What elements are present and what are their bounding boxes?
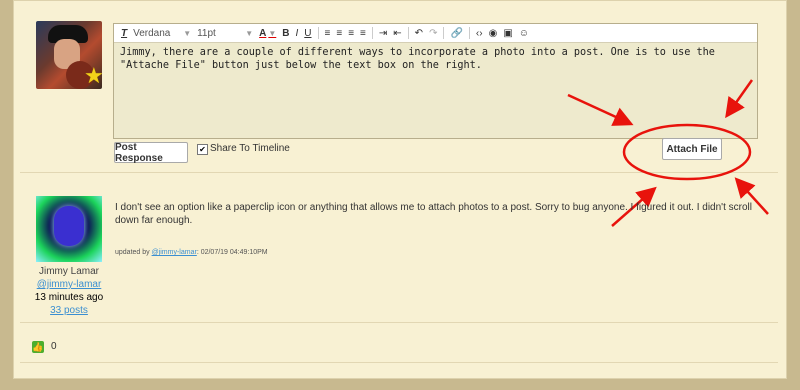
like-thumb-icon[interactable]: 👍 <box>32 341 44 353</box>
updated-prefix: updated by <box>115 249 152 256</box>
editor-content[interactable]: Jimmy, there are a couple of different w… <box>114 43 757 75</box>
updated-user-link[interactable]: @jimmy-lamar <box>152 249 197 256</box>
italic-icon[interactable]: I <box>296 25 299 41</box>
reply-author-avatar[interactable] <box>36 196 102 262</box>
clear-format-icon[interactable]: T <box>121 25 127 41</box>
font-family-select[interactable]: Verdana ▼ <box>133 25 191 41</box>
post-response-button[interactable]: Post Response <box>114 142 188 164</box>
emoji-icon[interactable]: ☺ <box>519 25 529 41</box>
attach-file-button[interactable]: Attach File <box>662 138 722 160</box>
link-icon[interactable]: 🔗 <box>450 25 462 41</box>
undo-icon[interactable]: ↶ <box>415 25 423 41</box>
author-handle-link[interactable]: @jimmy-lamar <box>37 279 102 290</box>
align-center-icon[interactable]: ≡ <box>336 25 342 41</box>
align-right-icon[interactable]: ≡ <box>348 25 354 41</box>
font-color-icon[interactable]: A ▼ <box>259 25 276 41</box>
underline-icon[interactable]: U <box>304 25 311 41</box>
font-size-select[interactable]: 11pt ▼ <box>197 25 253 41</box>
indent-icon[interactable]: ⇥ <box>379 25 387 41</box>
code-icon[interactable]: ‹› <box>476 25 483 41</box>
preview-icon[interactable]: ◉ <box>489 25 498 41</box>
redo-icon[interactable]: ↷ <box>429 25 437 41</box>
justify-icon[interactable]: ≡ <box>360 25 366 41</box>
author-posts-link[interactable]: 33 posts <box>50 305 88 316</box>
updated-timestamp: : 02/07/19 04:49:10PM <box>196 249 268 256</box>
divider-footer <box>20 362 778 363</box>
font-size-value: 11pt <box>197 27 216 39</box>
reply-author-info: Jimmy Lamar @jimmy-lamar 13 minutes ago … <box>24 265 114 317</box>
editor-toolbar: T Verdana ▼ 11pt ▼ A ▼ B I U ≡ ≡ ≡ ≡ ⇥ ⇤ ↶ … <box>114 24 757 43</box>
divider-top <box>20 172 778 173</box>
share-timeline-label: Share To Timeline <box>210 143 290 154</box>
align-left-icon[interactable]: ≡ <box>325 25 331 41</box>
outdent-icon[interactable]: ⇤ <box>393 25 401 41</box>
reply-editor[interactable]: T Verdana ▼ 11pt ▼ A ▼ B I U ≡ ≡ ≡ ≡ ⇥ ⇤ ↶ … <box>113 23 758 139</box>
font-family-value: Verdana <box>133 27 171 39</box>
post-time: 13 minutes ago <box>34 292 104 303</box>
updated-info: updated by @jimmy-lamar: 02/07/19 04:49:… <box>115 249 268 256</box>
bold-icon[interactable]: B <box>282 25 289 41</box>
media-icon[interactable]: ▣ <box>503 25 512 41</box>
divider-bottom <box>20 322 778 323</box>
like-count: 0 <box>51 341 57 352</box>
share-timeline-checkbox[interactable]: ✔ <box>197 144 208 155</box>
author-name: Jimmy Lamar <box>38 266 99 277</box>
star-badge-icon: ★ <box>84 63 102 88</box>
current-user-avatar: ★ <box>36 21 102 89</box>
reply-text: I don't see an option like a paperclip i… <box>115 202 752 226</box>
